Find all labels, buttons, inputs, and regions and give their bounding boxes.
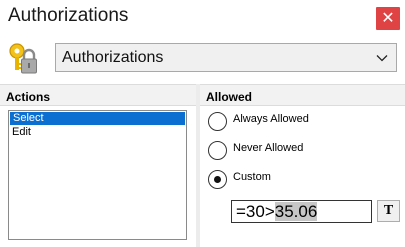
radio-button[interactable] [208,141,227,160]
radio-label: Always Allowed [233,113,309,125]
expression-prefix: =30> [236,202,275,221]
actions-header: Actions [0,84,196,106]
close-icon: ✕ [381,10,395,27]
window-title: Authorizations [8,5,129,26]
radio-button[interactable] [208,112,227,131]
chevron-down-icon [376,55,388,62]
panel-divider [196,84,200,247]
close-button[interactable]: ✕ [376,7,400,30]
allowed-header: Allowed [200,84,405,106]
radio-label: Never Allowed [233,142,304,154]
title-bar: Authorizations ✕ [0,0,405,36]
expression-selected-text: 35.06 [274,202,318,221]
radio-label: Custom [233,171,271,183]
text-format-button[interactable]: T [377,200,400,222]
custom-expression-input[interactable]: =30>35.06 [231,200,372,223]
lock-icon [9,43,37,74]
list-item-edit[interactable]: Edit [9,126,186,139]
actions-list[interactable]: Select Edit [8,110,187,240]
dropdown-value: Authorizations [62,49,164,66]
radio-button[interactable] [208,170,227,189]
authorization-dropdown[interactable]: Authorizations [55,43,397,72]
list-item-select[interactable]: Select [10,112,185,125]
